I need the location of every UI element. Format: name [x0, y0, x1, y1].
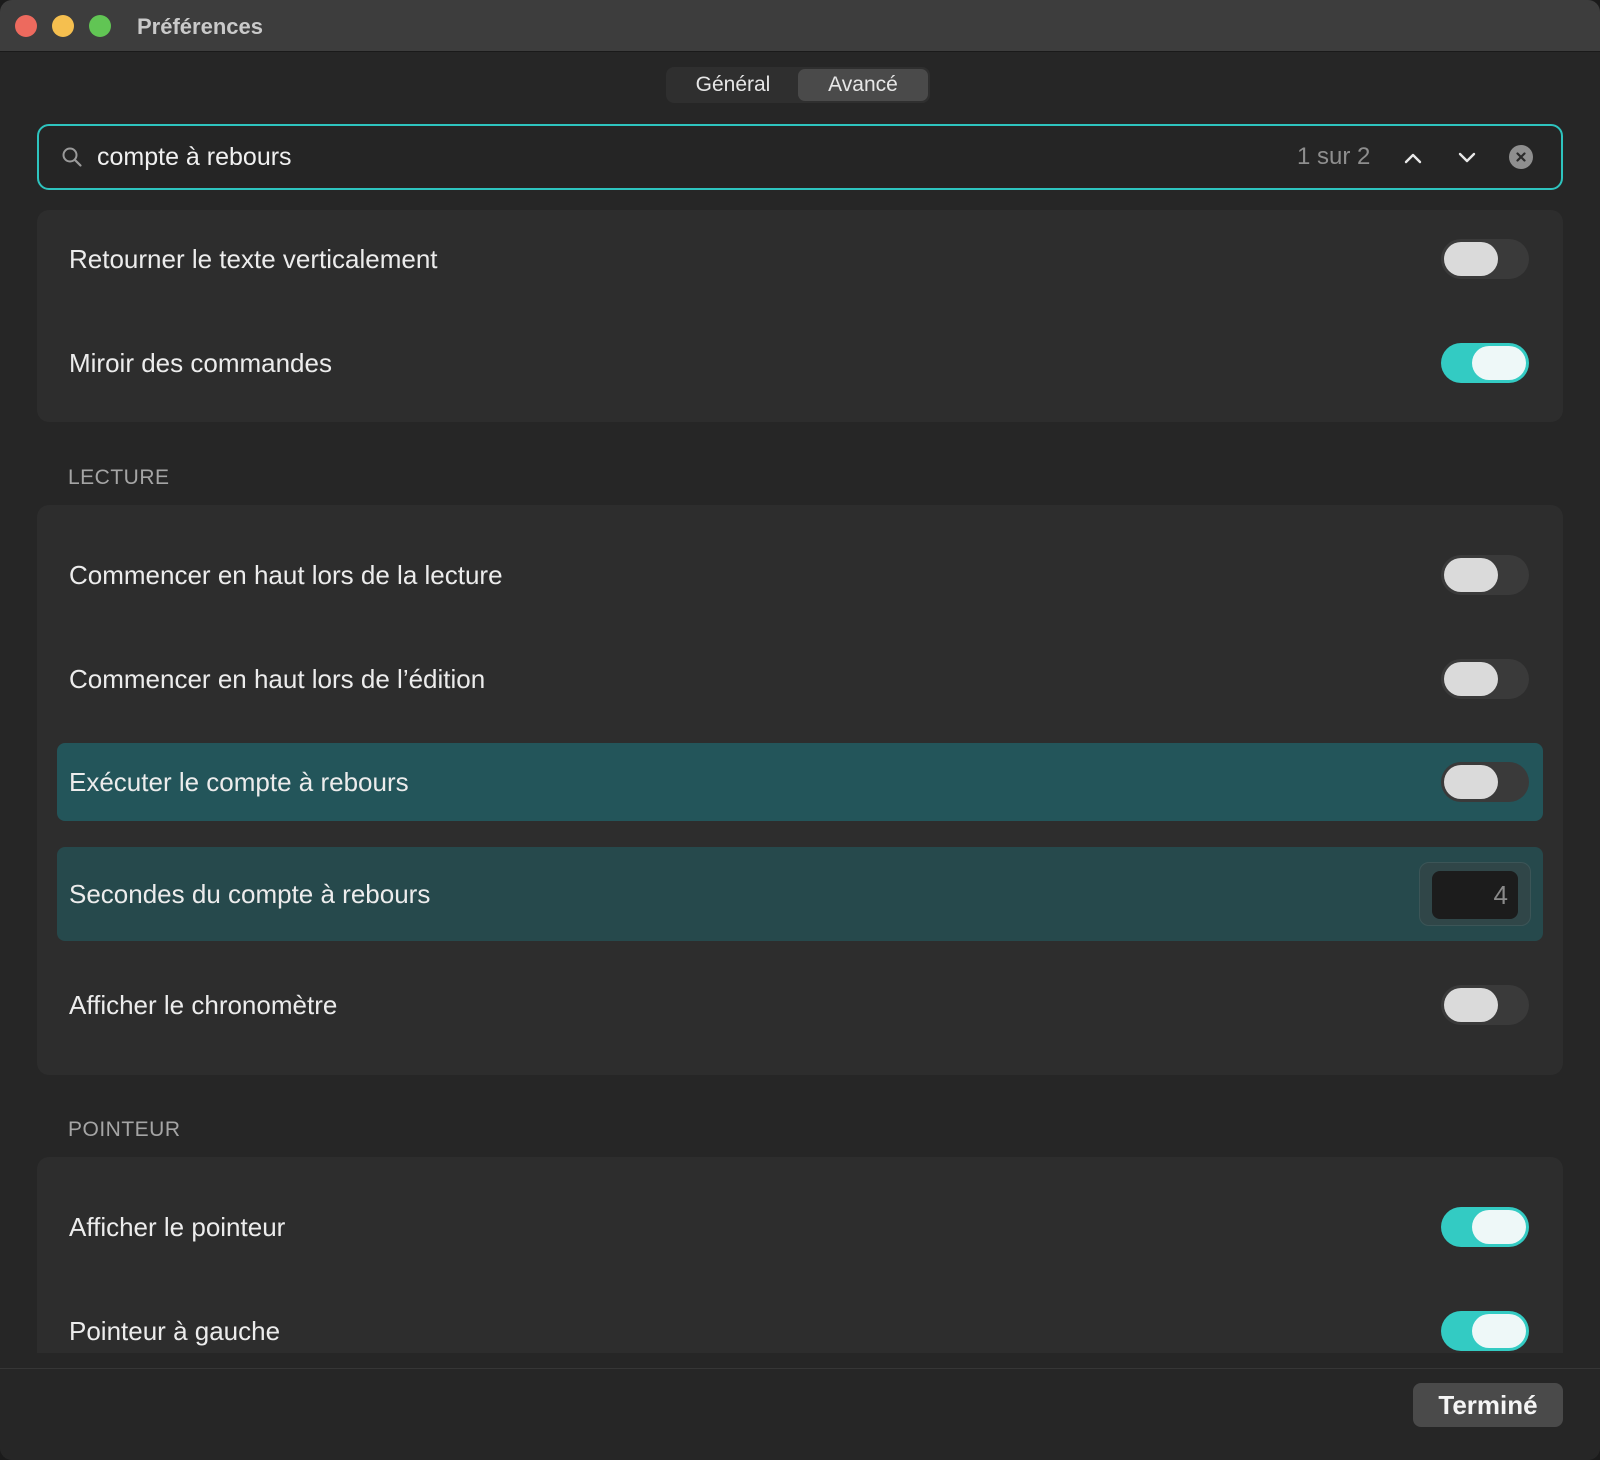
preferences-window: Préférences Général Avancé 1 sur 2 — [0, 0, 1600, 1460]
setting-row-flip-vertical: Retourner le texte verticalement — [57, 224, 1543, 294]
chevron-up-icon — [1404, 153, 1422, 164]
setting-label: Exécuter le compte à rebours — [69, 767, 409, 797]
flip-vertical-toggle[interactable] — [1441, 239, 1529, 279]
clear-search-button[interactable] — [1509, 145, 1533, 169]
setting-label: Afficher le chronomètre — [69, 990, 338, 1020]
section-header-lecture: LECTURE — [68, 466, 170, 489]
countdown-seconds-field-wrapper: 4 — [1419, 862, 1531, 926]
show-stopwatch-toggle[interactable] — [1441, 985, 1529, 1025]
setting-label: Miroir des commandes — [69, 348, 332, 378]
settings-group-pointeur: Afficher le pointeur Pointeur à gauche — [37, 1157, 1563, 1353]
setting-label: Pointeur à gauche — [69, 1316, 281, 1346]
settings-group-display: Retourner le texte verticalement Miroir … — [37, 210, 1563, 422]
chevron-down-icon — [1458, 152, 1476, 163]
close-window-button[interactable] — [15, 15, 37, 37]
show-pointer-toggle[interactable] — [1441, 1207, 1529, 1247]
setting-row-show-pointer: Afficher le pointeur — [57, 1192, 1543, 1262]
search-match-count: 1 sur 2 — [1297, 143, 1371, 170]
run-countdown-toggle[interactable] — [1441, 762, 1529, 802]
mirror-controls-toggle[interactable] — [1441, 343, 1529, 383]
countdown-seconds-field[interactable]: 4 — [1432, 871, 1518, 919]
setting-row-show-stopwatch: Afficher le chronomètre — [57, 970, 1543, 1040]
setting-label: Afficher le pointeur — [69, 1212, 286, 1242]
start-top-reading-toggle[interactable] — [1441, 555, 1529, 595]
zoom-window-button[interactable] — [89, 15, 111, 37]
settings-group-lecture: Commencer en haut lors de la lecture Com… — [37, 505, 1563, 1075]
next-match-button[interactable] — [1453, 144, 1481, 172]
setting-row-run-countdown: Exécuter le compte à rebours — [57, 743, 1543, 821]
search-icon — [62, 147, 82, 167]
search-input[interactable] — [97, 138, 1197, 176]
tab-advanced[interactable]: Avancé — [798, 69, 928, 101]
setting-row-start-top-reading: Commencer en haut lors de la lecture — [57, 540, 1543, 610]
setting-row-countdown-seconds: Secondes du compte à rebours 4 — [57, 847, 1543, 941]
start-top-editing-toggle[interactable] — [1441, 659, 1529, 699]
tab-general[interactable]: Général — [668, 69, 798, 101]
footer-bar: Terminé — [0, 1368, 1600, 1460]
setting-label: Secondes du compte à rebours — [69, 879, 431, 909]
pointer-left-toggle[interactable] — [1441, 1311, 1529, 1351]
setting-row-mirror-controls: Miroir des commandes — [57, 328, 1543, 398]
setting-row-pointer-left: Pointeur à gauche — [57, 1296, 1543, 1366]
setting-row-start-top-editing: Commencer en haut lors de l’édition — [57, 644, 1543, 714]
done-button[interactable]: Terminé — [1413, 1383, 1563, 1427]
close-icon — [1516, 152, 1526, 162]
title-bar: Préférences — [0, 0, 1600, 52]
setting-label: Commencer en haut lors de l’édition — [69, 664, 486, 694]
previous-match-button[interactable] — [1399, 144, 1427, 172]
window-title: Préférences — [137, 14, 263, 39]
setting-label: Commencer en haut lors de la lecture — [69, 560, 503, 590]
minimize-window-button[interactable] — [52, 15, 74, 37]
tab-bar: Général Avancé — [666, 67, 930, 103]
section-header-pointeur: POINTEUR — [68, 1118, 181, 1141]
setting-label: Retourner le texte verticalement — [69, 244, 438, 274]
search-bar: 1 sur 2 — [37, 124, 1563, 190]
